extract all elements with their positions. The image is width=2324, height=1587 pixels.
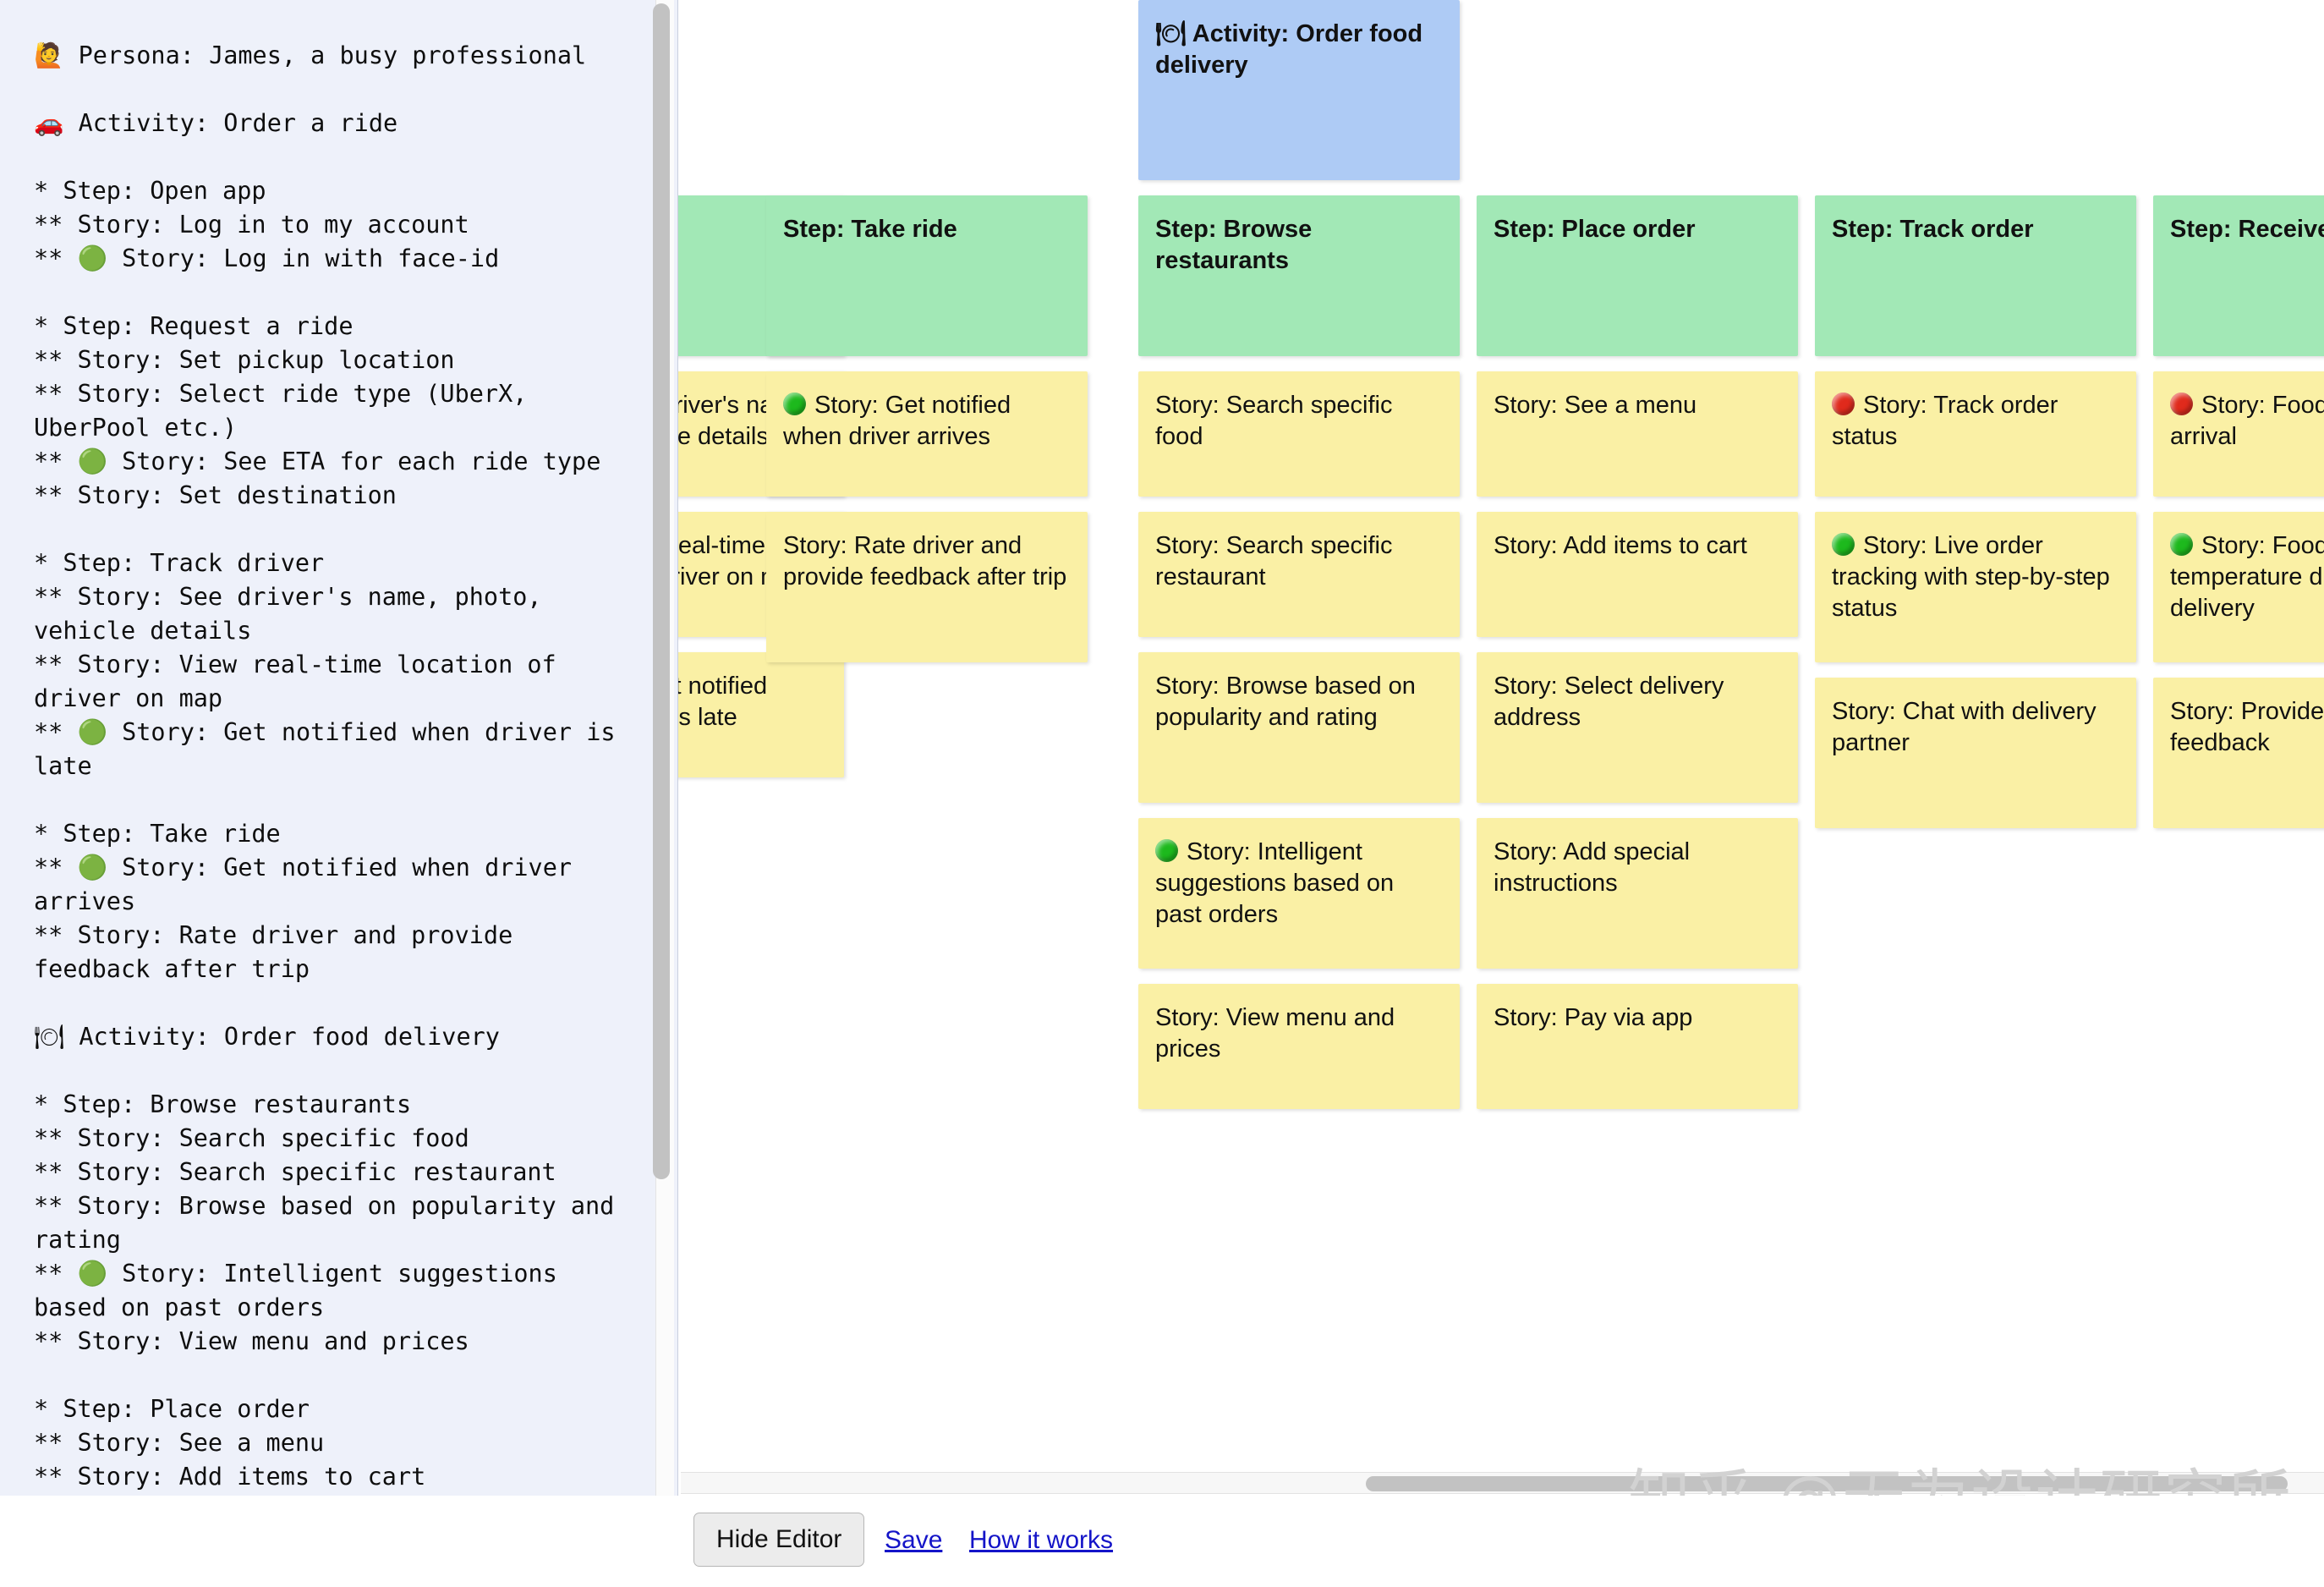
- story-card-label: Story: Live order tracking with step-by-…: [1832, 532, 2110, 623]
- green-dot-icon: [783, 393, 806, 415]
- board-horizontal-scrollbar[interactable]: [681, 1472, 2324, 1494]
- how-it-works-link[interactable]: How it works: [969, 1526, 1113, 1555]
- activity-slot: 🍽 Activity: Order food delivery: [1138, 0, 1460, 195]
- story-card-label: Story: Chat with delivery partner: [1832, 698, 2097, 757]
- story-card-label: Story: View menu and prices: [1155, 1004, 1395, 1063]
- story-card-label: Story: Search specific food: [1155, 392, 1393, 451]
- step-slot: Step: Receive order: [2153, 195, 2324, 371]
- story-card[interactable]: Story: Live order tracking with step-by-…: [1815, 512, 2136, 662]
- activity-slot: [2153, 0, 2324, 195]
- hide-editor-button[interactable]: Hide Editor: [693, 1513, 865, 1567]
- story-card-label: Story: Get notified when driver arrives: [783, 392, 1011, 451]
- editor-panel[interactable]: 🙋 Persona: James, a busy professional 🚗 …: [0, 0, 678, 1587]
- story-card[interactable]: Story: Add special instructions: [1477, 818, 1798, 969]
- step-card[interactable]: Step: Browse restaurants: [1138, 195, 1460, 356]
- story-card-label: Story: Pay via app: [1494, 1004, 1693, 1031]
- step-card[interactable]: Step: Track order: [1815, 195, 2136, 356]
- board-horizontal-scrollbar-thumb[interactable]: [1366, 1476, 2288, 1491]
- story-card-label: Story: Rate driver and provide feedback …: [783, 532, 1067, 591]
- story-card-label: Story: Add special instructions: [1494, 838, 1691, 898]
- board-column: 🍽 Activity: Order food delivery Step: Bro…: [1138, 0, 1460, 1124]
- green-dot-icon: [1832, 533, 1855, 556]
- board-column: Step: Place order Story: See a menu Story:…: [1477, 0, 1798, 1124]
- story-card[interactable]: Story: Intelligent suggestions based on …: [1138, 818, 1460, 969]
- story-card-label: Story: Browse based on popularity and ra…: [1155, 673, 1416, 732]
- board-column: Step: Track order Story: Track order stat…: [1815, 0, 2136, 843]
- step-card[interactable]: Step: Receive order: [2153, 195, 2324, 356]
- story-card[interactable]: Story: Food temperature during delivery: [2153, 512, 2324, 662]
- story-card[interactable]: Story: Pay via app: [1477, 984, 1798, 1109]
- save-link[interactable]: Save: [885, 1526, 942, 1555]
- story-card-label: Story: Search specific restaurant: [1155, 532, 1393, 591]
- story-card[interactable]: Story: View menu and prices: [1138, 984, 1460, 1109]
- story-card[interactable]: Story: Track order status: [1815, 371, 2136, 497]
- editor-vertical-scrollbar-thumb[interactable]: [653, 3, 670, 1179]
- story-card[interactable]: Story: Search specific food: [1138, 371, 1460, 497]
- board-column: Step: Receive order Story: Food quality o…: [2153, 0, 2324, 843]
- activity-card[interactable]: 🍽 Activity: Order food delivery: [1138, 0, 1460, 180]
- story-card[interactable]: Story: Chat with delivery partner: [1815, 678, 2136, 828]
- story-card-label: Story: Track order status: [1832, 392, 2058, 451]
- story-card[interactable]: Story: Browse based on popularity and ra…: [1138, 652, 1460, 803]
- story-card[interactable]: Story: Provide rating and feedback: [2153, 678, 2324, 828]
- activity-slot: [1477, 0, 1798, 195]
- story-card-label: Story: See a menu: [1494, 392, 1697, 419]
- editor-textarea[interactable]: 🙋 Persona: James, a busy professional 🚗 …: [34, 39, 626, 1562]
- story-card-label: Story: Food temperature during delivery: [2170, 532, 2324, 623]
- story-card-label: Story: Add items to cart: [1494, 532, 1747, 559]
- story-card[interactable]: Story: Food quality on arrival: [2153, 371, 2324, 497]
- story-card[interactable]: Story: See a menu: [1477, 371, 1798, 497]
- step-card[interactable]: Step: Take ride: [766, 195, 1088, 356]
- story-card[interactable]: Story: Add items to cart: [1477, 512, 1798, 637]
- activity-slot: [1815, 0, 2136, 195]
- activity-slot: [766, 0, 1088, 195]
- story-card[interactable]: Story: Get notified when driver arrives: [766, 371, 1088, 497]
- green-dot-icon: [1155, 839, 1178, 862]
- story-card-label: Story: Intelligent suggestions based on …: [1155, 838, 1395, 929]
- red-dot-icon: [1832, 393, 1855, 415]
- step-card[interactable]: Step: Place order: [1477, 195, 1798, 356]
- green-dot-icon: [2170, 533, 2193, 556]
- step-slot: Step: Take ride: [766, 195, 1088, 371]
- story-card-label: Story: Provide rating and feedback: [2170, 698, 2324, 757]
- step-slot: Step: Browse restaurants: [1138, 195, 1460, 371]
- story-card[interactable]: Story: Select delivery address: [1477, 652, 1798, 803]
- editor-vertical-scrollbar[interactable]: [653, 0, 674, 1587]
- story-card[interactable]: Story: Rate driver and provide feedback …: [766, 512, 1088, 662]
- board-column: Step: Take ride Story: Get notified when …: [766, 0, 1088, 678]
- story-card[interactable]: Story: Search specific restaurant: [1138, 512, 1460, 637]
- red-dot-icon: [2170, 393, 2193, 415]
- bottom-toolbar: Hide Editor Save How it works: [0, 1496, 2324, 1587]
- story-card-label: Story: Food quality on arrival: [2170, 392, 2324, 451]
- story-map-app: Story: See driver's name, photo, vehicle…: [0, 0, 2324, 1587]
- step-slot: Step: Track order: [1815, 195, 2136, 371]
- step-slot: Step: Place order: [1477, 195, 1798, 371]
- story-card-label: Story: Select delivery address: [1494, 673, 1724, 732]
